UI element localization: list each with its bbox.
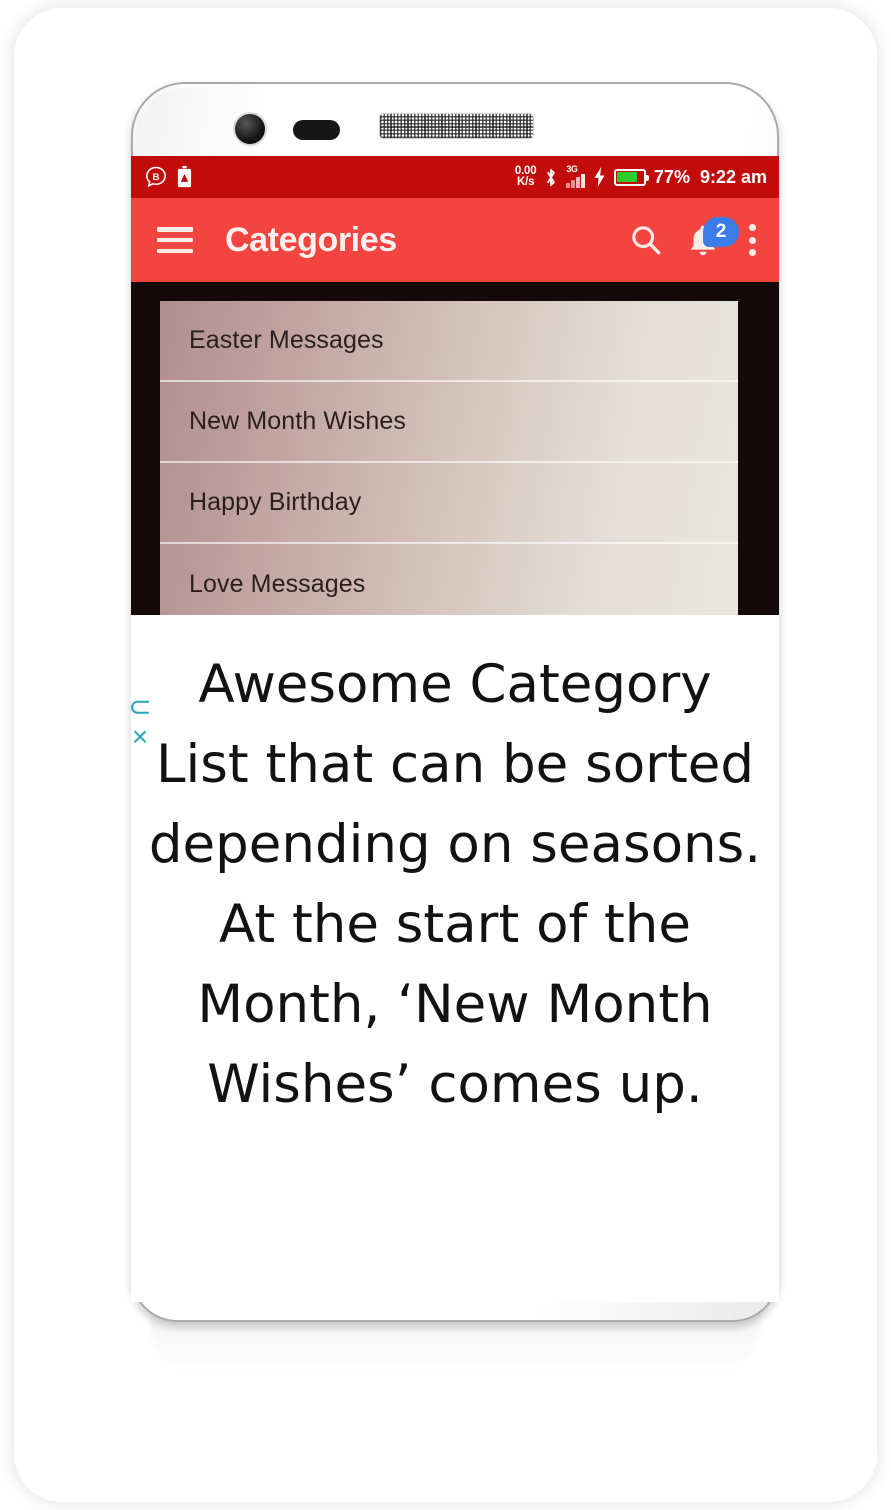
category-list-item-label: Easter Messages (189, 326, 384, 354)
caption-panel: Awesome Category List that can be sorted… (131, 615, 779, 1302)
category-list-item[interactable]: Happy Birthday (160, 463, 738, 544)
hamburger-menu-icon[interactable] (157, 227, 193, 253)
earpiece-speaker-icon (379, 113, 534, 139)
overflow-dot-2 (749, 236, 756, 244)
status-bar-right-icons: 0.00 K/s 3G 77% 9:22 am (515, 163, 767, 189)
category-list-item[interactable]: Love Messages (160, 544, 738, 615)
hamburger-line-1 (157, 227, 193, 232)
app-bar-actions: 2 (629, 217, 757, 259)
proximity-sensor-icon (293, 120, 340, 140)
app-root: B 0.00 K/s 3G 77% 9:22 am Categories 2 E… (0, 0, 891, 1510)
hamburger-line-3 (157, 248, 193, 253)
status-bar-clock: 9:22 am (699, 166, 767, 187)
category-list-item[interactable]: New Month Wishes (160, 382, 738, 463)
status-bar-left-icons: B (145, 166, 193, 188)
cellular-signal-icon: 3G (566, 163, 585, 188)
overflow-dot-3 (749, 249, 756, 256)
caption-paragraph-2: At the start of the Month, ‘New Month Wi… (197, 894, 713, 1115)
network-speed-indicator: 0.00 K/s (515, 165, 537, 189)
signal-bar-1 (566, 182, 570, 188)
signal-bar-3 (576, 176, 580, 188)
status-bar: B 0.00 K/s 3G 77% 9:22 am (131, 156, 779, 198)
charging-bolt-icon (593, 167, 606, 187)
phone-top-bezel (131, 82, 779, 156)
category-list-item-label: Love Messages (189, 570, 366, 598)
caption-paragraph-1: Awesome Category List that can be sorted… (148, 654, 762, 875)
category-list-item-label: Happy Birthday (189, 488, 362, 516)
phone-screen: B 0.00 K/s 3G 77% 9:22 am Categories 2 E… (131, 156, 779, 1302)
svg-text:B: B (153, 172, 160, 183)
overflow-dot-1 (749, 224, 756, 231)
search-icon[interactable] (629, 223, 663, 257)
hamburger-line-2 (157, 237, 193, 243)
battery-icon (613, 168, 649, 186)
category-list: Easter Messages New Month Wishes Happy Bir… (160, 301, 738, 615)
network-type-label: 3G (566, 163, 578, 174)
bubble-b-icon: B (145, 166, 167, 188)
category-list-item-label: New Month Wishes (189, 407, 406, 435)
signal-bar-4 (581, 173, 585, 188)
front-camera-icon (235, 114, 265, 144)
notification-bell-icon[interactable]: 2 (687, 217, 739, 259)
network-speed-unit: K/s (516, 176, 535, 188)
app-bar: Categories 2 (131, 198, 779, 282)
overflow-menu-icon[interactable] (749, 224, 757, 256)
notification-badge: 2 (703, 217, 739, 247)
category-list-item[interactable]: Easter Messages (160, 301, 738, 382)
battery-fill (617, 172, 637, 182)
signal-bar-2 (571, 179, 575, 188)
page-title: Categories (225, 220, 397, 259)
bluetooth-icon (544, 167, 558, 188)
phone-device: B 0.00 K/s 3G 77% 9:22 am Categories 2 E… (131, 82, 779, 1322)
battery-alert-icon (176, 166, 193, 188)
embedded-screenshot-frame: Easter Messages New Month Wishes Happy Bir… (131, 282, 779, 615)
battery-percent-label: 77% (653, 166, 690, 187)
